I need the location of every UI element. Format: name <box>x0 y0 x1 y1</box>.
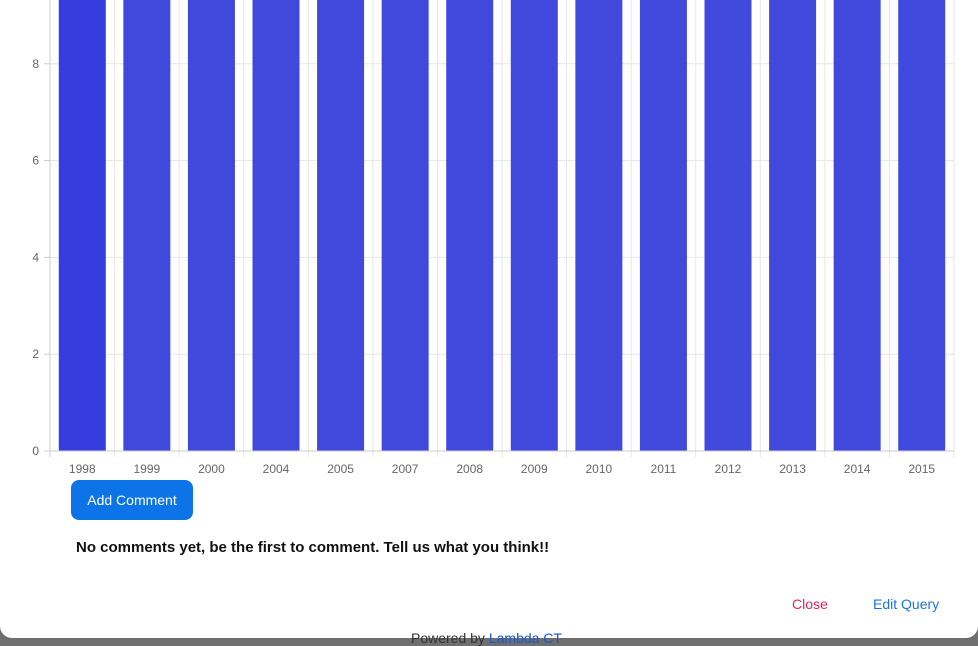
bar <box>833 0 881 451</box>
y-tick-label: 2 <box>32 347 39 361</box>
close-button[interactable]: Close <box>792 596 828 612</box>
x-tick-label: 2005 <box>327 462 354 476</box>
no-comments-message: No comments yet, be the first to comment… <box>76 539 550 556</box>
bar <box>252 0 300 451</box>
bar <box>317 0 365 451</box>
x-tick-label: 2008 <box>456 462 483 476</box>
bar <box>704 0 752 451</box>
x-tick-label: 2014 <box>844 462 871 476</box>
x-tick-label: 2010 <box>586 462 613 476</box>
x-tick-label: 2011 <box>651 462 677 476</box>
bar <box>639 0 687 451</box>
x-tick-label: 1998 <box>69 462 96 476</box>
x-tick-label: 2007 <box>392 462 419 476</box>
bar <box>381 0 429 451</box>
x-tick-label: 1999 <box>134 462 161 476</box>
query-result-modal: 0 2 4 6 8 1998 1999 2000 2004 2005 2007 2008 2009 201… <box>0 0 978 638</box>
y-tick-label: 4 <box>32 250 39 264</box>
x-tick-label: 2009 <box>521 462 548 476</box>
bar <box>510 0 558 451</box>
bar <box>187 0 235 451</box>
x-tick-label: 2015 <box>908 462 935 476</box>
bar <box>769 0 817 451</box>
x-tick-label: 2013 <box>779 462 806 476</box>
bar <box>446 0 494 451</box>
add-comment-button[interactable]: Add Comment <box>71 480 193 520</box>
bar <box>123 0 171 451</box>
x-tick-label: 2012 <box>715 462 742 476</box>
y-tick-label: 6 <box>32 154 39 168</box>
bar <box>58 0 106 451</box>
bar <box>898 0 946 451</box>
bar <box>575 0 623 451</box>
y-tick-label: 0 <box>32 444 39 458</box>
edit-query-button[interactable]: Edit Query <box>873 596 939 612</box>
bar-chart: 0 2 4 6 8 1998 1999 2000 2004 2005 2007 2008 2009 201… <box>32 0 955 476</box>
x-tick-label: 2004 <box>263 462 290 476</box>
x-tick-label: 2000 <box>198 462 225 476</box>
y-tick-label: 8 <box>32 57 39 71</box>
